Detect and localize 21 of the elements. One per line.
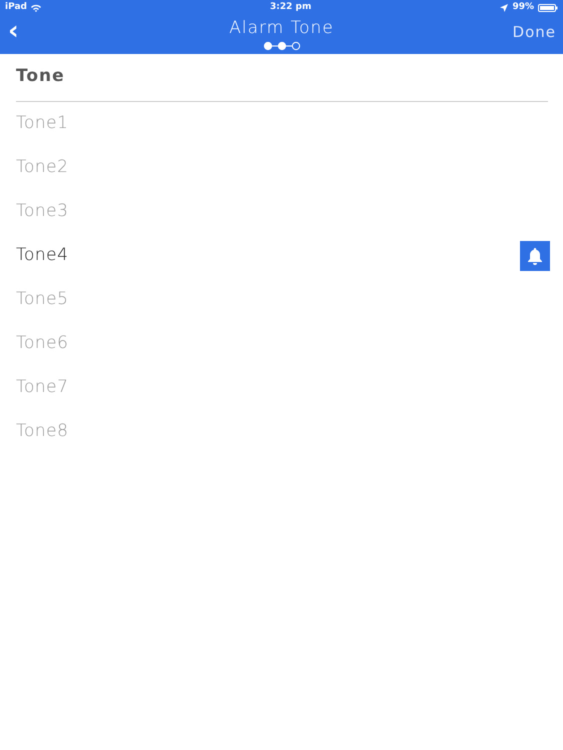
bell-button[interactable]: [520, 240, 550, 270]
section-header: Tone: [16, 54, 548, 102]
wifi-icon: [30, 4, 41, 12]
tone-item[interactable]: Tone5: [16, 286, 68, 312]
location-arrow-icon: [500, 4, 508, 12]
page-title: Alarm Tone: [229, 20, 334, 37]
device-name: iPad: [5, 1, 27, 14]
tone-item[interactable]: Tone8: [16, 418, 68, 444]
tone-item[interactable]: Tone3: [16, 198, 68, 224]
tone-item[interactable]: Tone6: [16, 330, 68, 356]
tone-item[interactable]: Tone1: [16, 110, 68, 136]
done-button[interactable]: Done: [512, 21, 556, 44]
status-time: 3:22 pm: [270, 1, 312, 14]
battery-percent: 99%: [512, 1, 534, 14]
battery-icon: [538, 4, 558, 12]
tone-item[interactable]: Tone2: [16, 154, 68, 180]
bell-icon: [527, 246, 543, 264]
tone-item[interactable]: Tone7: [16, 374, 68, 400]
tone-item[interactable]: Tone4: [16, 242, 68, 268]
step-indicator: [262, 41, 300, 51]
back-button[interactable]: ‹: [6, 18, 21, 44]
